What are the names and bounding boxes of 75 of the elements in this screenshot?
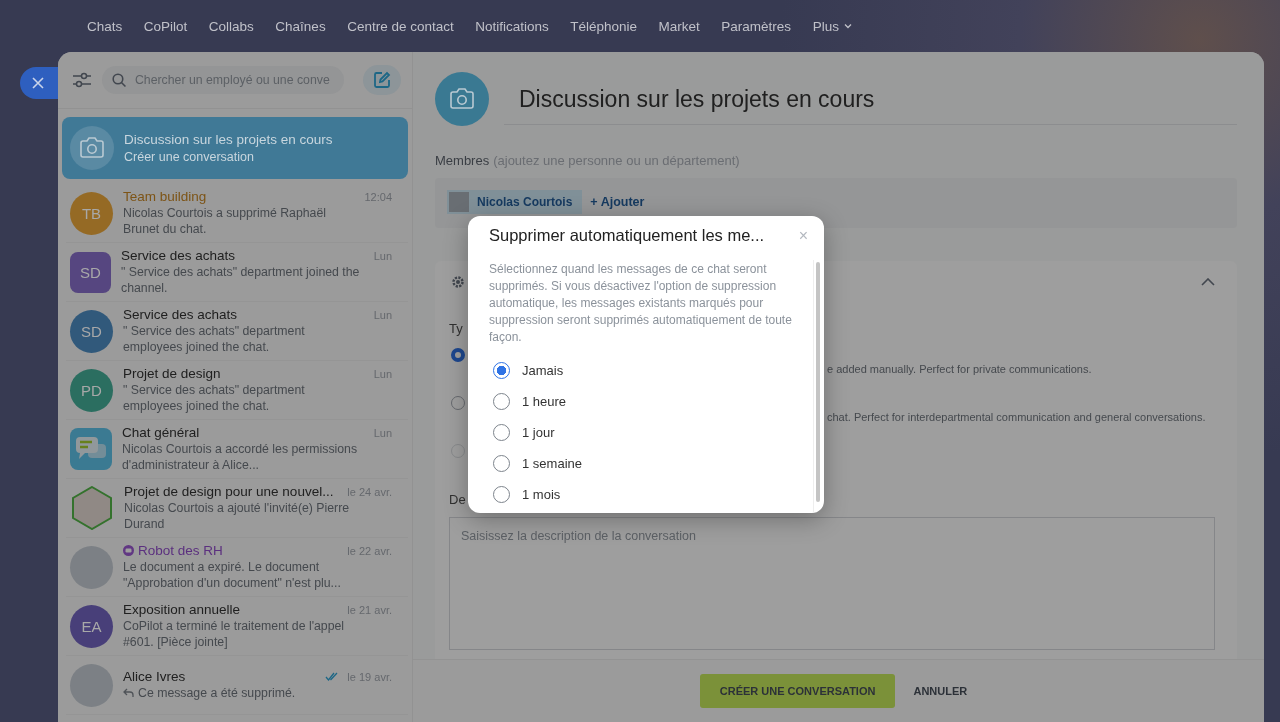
chat-preview: Ce message a été supprimé.: [138, 685, 296, 701]
create-button[interactable]: CRÉER UNE CONVERSATION: [699, 674, 896, 708]
nav-link[interactable]: Notifications: [475, 18, 549, 34]
chat-preview: Nicolas Courtois a ajouté l'invité(e) Pierre Durand: [124, 500, 351, 532]
chat-preview: Le document a expiré. Le document "Approbation d'un document" n'est plu...: [123, 559, 342, 591]
new-chat-item[interactable]: Discussion sur les projets en cours Créer une conversation: [62, 117, 408, 179]
avatar: SD: [70, 309, 113, 353]
close-button[interactable]: [20, 67, 58, 99]
members-field[interactable]: Nicolas Courtois + Ajouter: [435, 178, 1237, 228]
chevron-up-icon[interactable]: [1201, 278, 1215, 286]
chat-preview: Nicolas Courtois a accordé les permissions d'administrateur à Alice...: [122, 441, 359, 473]
camera-icon: [79, 137, 105, 159]
camera-icon: [449, 88, 475, 110]
edit-icon: [373, 71, 391, 89]
caret-icon: [843, 23, 852, 29]
chat-title: Projet de design pour une nouvel...: [124, 484, 334, 499]
description-field[interactable]: Saisissez la description de la conversation: [449, 517, 1215, 650]
scrollbar[interactable]: [813, 260, 822, 513]
radio-option[interactable]: 1 heure: [489, 386, 567, 417]
nav-link[interactable]: Centre de contact: [347, 18, 454, 34]
title-field[interactable]: Discussion sur les projets en cours: [504, 71, 1237, 125]
radio-button[interactable]: [493, 362, 510, 379]
nav-menu-link[interactable]: Plus: [812, 18, 852, 34]
close-icon: [32, 77, 44, 89]
radio-option[interactable]: 1 semaine: [489, 448, 582, 479]
chat-title: Team building: [123, 189, 207, 204]
add-member-link[interactable]: + Ajouter: [590, 195, 645, 209]
search-icon: [112, 72, 127, 88]
chat-title: Service des achats: [121, 248, 236, 263]
nav-link[interactable]: CoPilot: [143, 18, 188, 34]
chat-preview: " Service des achats" department joined the channel.: [121, 264, 361, 296]
dialog-title: Supprimer automatiquement les me...: [489, 226, 765, 245]
chat-preview: CoPilot a terminé le traitement de l'appel #601. [Pièce jointe]: [123, 618, 346, 650]
nav-link[interactable]: Chats: [87, 18, 123, 34]
compose-button[interactable]: [363, 65, 401, 95]
filter-icon[interactable]: [72, 71, 92, 89]
radio-option[interactable]: 1 mois: [489, 479, 561, 510]
radio-option[interactable]: 1 jour: [489, 417, 555, 448]
photo-placeholder: [70, 545, 113, 589]
option-description: e added manually. Perfect for private communications.: [827, 363, 1092, 375]
radio-option[interactable]: Jamais: [489, 355, 564, 386]
chat-preview: Nicolas Courtois a supprimé Raphaël Brunet du chat.: [123, 205, 327, 237]
chat-title: Chat général: [122, 425, 200, 440]
chat-title: Service des achats: [123, 307, 238, 322]
chat-preview: " Service des achats" department employees joined the chat.: [123, 382, 306, 414]
image-placeholder: [70, 486, 114, 530]
cancel-button[interactable]: ANNULER: [903, 685, 978, 697]
chat-bubbles-icon: [70, 428, 112, 470]
gear-icon: [451, 275, 465, 289]
member-chip[interactable]: Nicolas Courtois: [447, 190, 583, 214]
nav-link[interactable]: Chaînes: [275, 18, 326, 34]
nav-link[interactable]: Collabs: [208, 18, 254, 34]
members-label: Membres: [435, 153, 490, 168]
photo-placeholder: [70, 663, 113, 707]
avatar: PD: [70, 368, 113, 412]
chat-preview: " Service des achats" department employees joined the chat.: [123, 323, 306, 355]
avatar: EA: [70, 604, 113, 648]
chat-title: Alice Ivres: [123, 669, 186, 684]
photo-placeholder: [449, 192, 469, 212]
chat-title: Discussion sur les projets en cours: [124, 132, 333, 147]
chat-subtitle: Créer une conversation: [124, 150, 255, 164]
option-description: chat. Perfect for interdepartmental communication and general conversations.: [827, 411, 1206, 423]
nav-link[interactable]: Paramètres: [721, 18, 792, 34]
avatar-upload-button[interactable]: [435, 72, 489, 126]
robot-icon: [123, 545, 134, 556]
avatar: TB: [70, 191, 113, 235]
dialog-text: Sélectionnez quand les messages de ce chat seront supprimés. Si vous désactivez l'option de suppression automatique, les messages existants marqués pour suppression seront supprimés automatiquement de toute façon.: [489, 261, 793, 346]
description-label: De: [449, 492, 466, 507]
avatar: SD: [70, 251, 111, 293]
chat-title: Exposition annuelle: [123, 602, 241, 617]
chat-title: Projet de design: [123, 366, 221, 381]
nav-link[interactable]: Téléphonie: [570, 18, 638, 34]
nav-link[interactable]: Market: [658, 18, 700, 34]
chat-title: Robot des RH: [138, 543, 223, 558]
type-label: Ty: [449, 321, 463, 336]
